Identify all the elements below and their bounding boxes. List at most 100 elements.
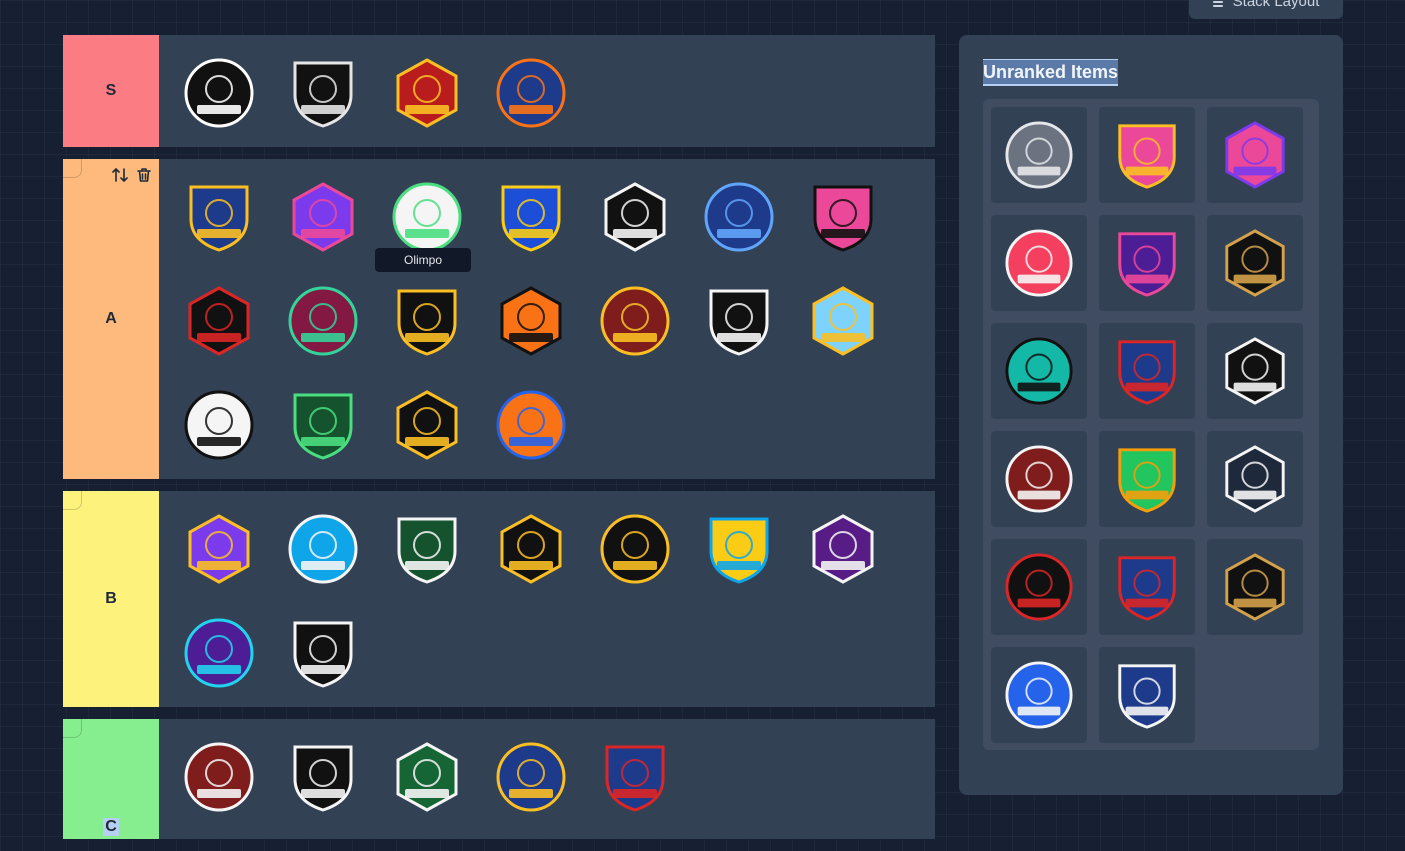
tier-item[interactable] bbox=[587, 275, 683, 367]
tier-item[interactable] bbox=[483, 503, 579, 595]
tier-drag-handle[interactable] bbox=[63, 719, 82, 738]
team-logo-icon bbox=[1225, 229, 1285, 297]
trash-icon[interactable] bbox=[135, 166, 153, 184]
tier-item[interactable] bbox=[379, 275, 475, 367]
unranked-item[interactable] bbox=[991, 539, 1087, 635]
team-logo-icon bbox=[500, 514, 562, 584]
tier-item[interactable] bbox=[379, 731, 475, 823]
tier-row-s: S bbox=[63, 35, 935, 147]
tier-item[interactable] bbox=[171, 275, 267, 367]
stack-layout-label: Stack Layout bbox=[1232, 0, 1320, 10]
unranked-item[interactable] bbox=[1099, 323, 1195, 419]
unranked-grid[interactable] bbox=[983, 99, 1319, 750]
tier-label-a[interactable]: A bbox=[63, 159, 159, 479]
team-logo-icon bbox=[1225, 445, 1285, 513]
team-logo-icon bbox=[293, 393, 353, 460]
tier-item[interactable] bbox=[587, 503, 683, 595]
tier-item[interactable] bbox=[587, 731, 683, 823]
tier-item[interactable] bbox=[691, 171, 787, 263]
team-logo-icon bbox=[293, 745, 353, 812]
tier-item[interactable] bbox=[691, 275, 787, 367]
team-logo-icon bbox=[813, 185, 873, 252]
tier-label-c[interactable]: C bbox=[63, 719, 159, 839]
tier-item[interactable] bbox=[275, 503, 371, 595]
tier-item[interactable] bbox=[483, 275, 579, 367]
team-logo-icon bbox=[188, 514, 250, 584]
tier-item[interactable] bbox=[691, 503, 787, 595]
unranked-item[interactable] bbox=[991, 215, 1087, 311]
tier-item[interactable] bbox=[275, 379, 371, 471]
tier-item[interactable] bbox=[379, 47, 475, 139]
stack-layout-button[interactable]: Stack Layout bbox=[1189, 0, 1343, 19]
tier-item[interactable]: Olimpo bbox=[375, 171, 475, 272]
unranked-item[interactable] bbox=[991, 323, 1087, 419]
team-logo-icon bbox=[1005, 229, 1073, 297]
unranked-item[interactable] bbox=[1099, 107, 1195, 203]
team-logo-icon bbox=[396, 390, 458, 460]
tier-item[interactable] bbox=[171, 607, 267, 699]
tier-item[interactable] bbox=[379, 379, 475, 471]
team-logo-icon bbox=[812, 514, 874, 584]
team-logo-icon bbox=[496, 58, 566, 128]
team-logo-icon bbox=[184, 58, 254, 128]
tier-item[interactable] bbox=[171, 171, 267, 263]
tier-item[interactable] bbox=[171, 379, 267, 471]
unranked-item[interactable] bbox=[1207, 539, 1303, 635]
tier-item[interactable] bbox=[795, 275, 891, 367]
tier-drag-handle[interactable] bbox=[63, 491, 82, 510]
team-logo-icon bbox=[396, 742, 458, 812]
tier-items-c[interactable] bbox=[159, 719, 935, 839]
tier-items-b[interactable] bbox=[159, 491, 935, 707]
tier-drag-handle[interactable] bbox=[63, 159, 82, 178]
team-logo-icon bbox=[1118, 664, 1176, 729]
tier-label-s[interactable]: S bbox=[63, 35, 159, 147]
unranked-item[interactable] bbox=[1207, 431, 1303, 527]
unranked-item[interactable] bbox=[991, 431, 1087, 527]
tier-item[interactable] bbox=[275, 47, 371, 139]
tier-item[interactable] bbox=[795, 503, 891, 595]
unranked-item[interactable] bbox=[1099, 215, 1195, 311]
team-logo-icon bbox=[392, 182, 462, 252]
tier-item[interactable] bbox=[379, 503, 475, 595]
team-logo-icon bbox=[184, 390, 254, 460]
tier-item[interactable] bbox=[483, 731, 579, 823]
tier-item[interactable] bbox=[483, 171, 579, 263]
team-logo-icon bbox=[292, 182, 354, 252]
team-logo-icon bbox=[184, 742, 254, 812]
unranked-item[interactable] bbox=[1099, 431, 1195, 527]
tier-item[interactable] bbox=[275, 607, 371, 699]
unranked-item[interactable] bbox=[1207, 215, 1303, 311]
tier-list: S A Olimpo B C bbox=[63, 35, 935, 851]
unranked-item[interactable] bbox=[991, 647, 1087, 743]
unranked-item[interactable] bbox=[1207, 323, 1303, 419]
tier-label-text: S bbox=[105, 82, 117, 99]
unranked-panel: Unranked Items bbox=[959, 35, 1343, 795]
team-logo-icon bbox=[1005, 121, 1073, 189]
team-logo-icon bbox=[496, 390, 566, 460]
tier-item[interactable] bbox=[275, 275, 371, 367]
tier-item[interactable] bbox=[483, 379, 579, 471]
tier-item[interactable] bbox=[275, 731, 371, 823]
tier-label-b[interactable]: B bbox=[63, 491, 159, 707]
tier-item[interactable] bbox=[171, 47, 267, 139]
team-logo-icon bbox=[1005, 661, 1073, 729]
tier-item[interactable] bbox=[275, 171, 371, 263]
unranked-item[interactable] bbox=[1207, 107, 1303, 203]
swap-icon[interactable] bbox=[111, 166, 129, 184]
tier-items-s[interactable] bbox=[159, 35, 935, 147]
tier-label-text: A bbox=[105, 310, 117, 327]
team-logo-icon bbox=[496, 742, 566, 812]
tier-item[interactable] bbox=[171, 503, 267, 595]
tier-items-a[interactable]: Olimpo bbox=[159, 159, 935, 479]
team-logo-icon bbox=[1118, 448, 1176, 513]
unranked-item[interactable] bbox=[1099, 647, 1195, 743]
tier-item[interactable] bbox=[483, 47, 579, 139]
tier-item[interactable] bbox=[587, 171, 683, 263]
tier-item[interactable] bbox=[171, 731, 267, 823]
tier-item[interactable] bbox=[795, 171, 891, 263]
unranked-item[interactable] bbox=[991, 107, 1087, 203]
team-logo-icon bbox=[1118, 556, 1176, 621]
team-logo-icon bbox=[1005, 337, 1073, 405]
stack-layout-icon bbox=[1212, 1, 1223, 7]
unranked-item[interactable] bbox=[1099, 539, 1195, 635]
